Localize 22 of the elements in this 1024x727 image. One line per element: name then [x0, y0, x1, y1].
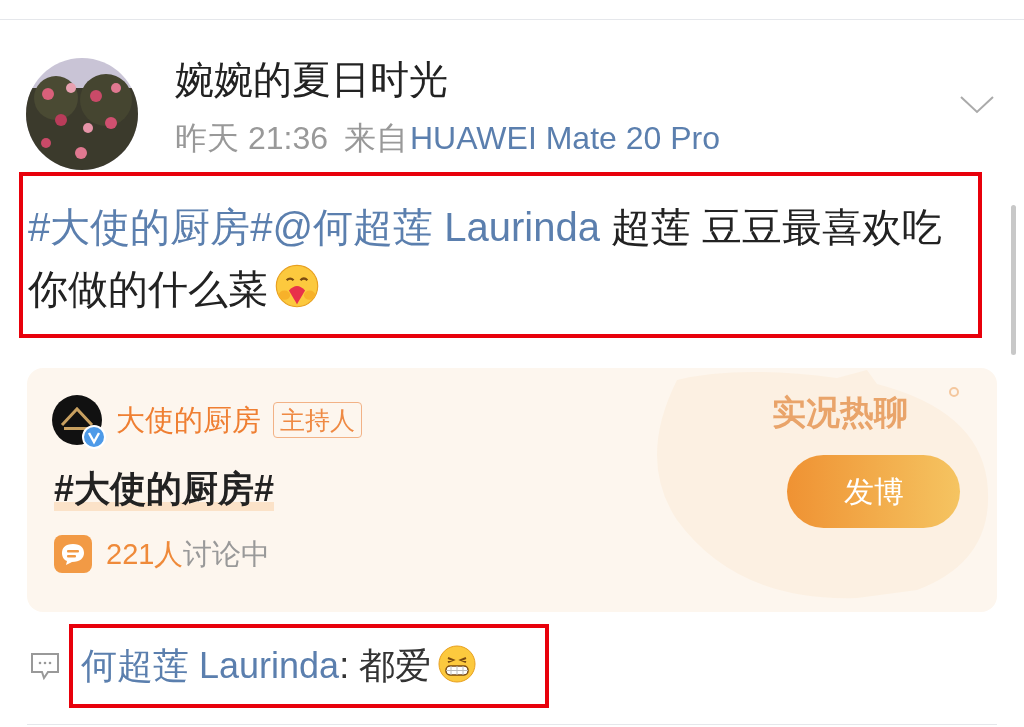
comment-text: 何超莲 Laurinda: 都爱: [81, 638, 545, 694]
chevron-down-icon[interactable]: [960, 96, 994, 114]
host-badge: 主持人: [273, 402, 362, 438]
mention-link[interactable]: 何超莲 Laurinda: [81, 645, 340, 686]
participant-count: 221人: [106, 537, 184, 572]
scrollbar[interactable]: [1011, 205, 1016, 355]
topic-link[interactable]: #大使的厨房#: [28, 205, 273, 249]
post-time: 昨天 21:36: [175, 120, 328, 156]
discussion-label: 讨论中: [183, 537, 271, 572]
post-text: #大使的厨房#@何超莲 Laurinda 超莲 豆豆最喜欢吃你做的什么菜: [28, 204, 944, 313]
grin-emoji-icon: [437, 644, 478, 684]
source-label: 来自: [343, 120, 408, 156]
comment-icon: [30, 652, 60, 680]
live-chat-label: 实况热聊: [772, 392, 908, 433]
device-link[interactable]: HUAWEI Mate 20 Pro: [409, 120, 720, 156]
dot-icon: [948, 386, 960, 398]
host-name[interactable]: 大使的厨房: [116, 400, 261, 440]
topic-title[interactable]: #大使的厨房#: [54, 467, 275, 511]
chat-bubble-icon: [54, 535, 92, 573]
mention-link[interactable]: @何超莲 Laurinda: [272, 205, 600, 249]
hug-emoji-icon: [274, 263, 320, 309]
author-name[interactable]: 婉婉的夏日时光: [175, 56, 960, 104]
